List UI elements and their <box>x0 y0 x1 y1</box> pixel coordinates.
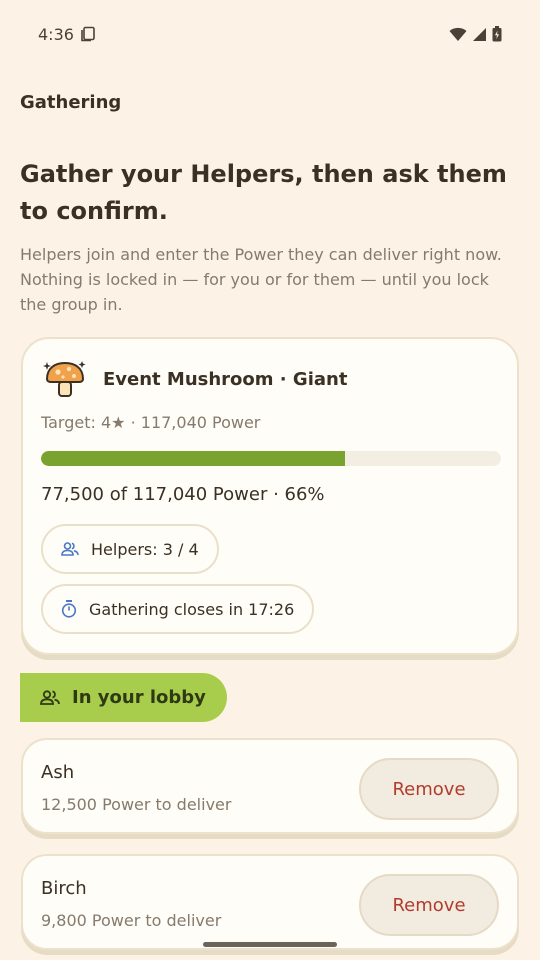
intro-text: Helpers join and enter the Power they ca… <box>20 245 502 314</box>
people-icon <box>61 542 79 556</box>
status-icons <box>449 26 502 42</box>
event-target: Target: 4★ · 117,040 Power <box>41 413 261 432</box>
lobby-section-header: In your lobby <box>20 673 227 722</box>
helper-power: 12,500 Power to deliver <box>41 795 232 814</box>
helper-name: Ash <box>41 762 75 783</box>
page-headline: Gather your Helpers, then ask them to co… <box>20 160 507 225</box>
power-progress-bar <box>41 451 501 466</box>
helper-card: Ash 12,500 Power to deliver Remove <box>21 738 519 834</box>
timer-icon <box>61 600 77 618</box>
event-header: Event Mushroom · Giant <box>43 359 347 399</box>
power-progress-fill <box>41 451 345 466</box>
helper-card: Birch 9,800 Power to deliver Remove <box>21 854 519 950</box>
screenshot-icon <box>81 26 95 42</box>
gathering-timer-label: Gathering closes in 17:26 <box>89 599 295 619</box>
helper-power: 9,800 Power to deliver <box>41 911 222 930</box>
mushroom-icon <box>43 361 86 397</box>
people-icon <box>40 690 60 705</box>
power-progress-text: 77,500 of 117,040 Power · 66% <box>41 484 325 505</box>
remove-helper-button[interactable]: Remove <box>359 758 499 820</box>
status-time: 4:36 <box>38 24 74 44</box>
event-card: Event Mushroom · Giant Target: 4★ · 117,… <box>21 337 519 655</box>
wifi-icon <box>449 27 467 41</box>
app-title: Gathering <box>20 92 122 113</box>
remove-helper-button[interactable]: Remove <box>359 874 499 936</box>
status-bar: 4:36 <box>0 0 540 68</box>
helpers-count-chip: Helpers: 3 / 4 <box>41 524 219 574</box>
lobby-section-title: In your lobby <box>72 687 206 708</box>
helper-name: Birch <box>41 878 87 899</box>
helpers-count-label: Helpers: 3 / 4 <box>91 539 199 559</box>
status-time-group: 4:36 <box>38 25 96 44</box>
event-name: Event Mushroom · Giant <box>103 368 348 390</box>
signal-icon <box>473 27 486 41</box>
gathering-timer-chip: Gathering closes in 17:26 <box>41 584 315 634</box>
battery-icon <box>492 26 502 42</box>
home-indicator[interactable] <box>203 942 337 947</box>
